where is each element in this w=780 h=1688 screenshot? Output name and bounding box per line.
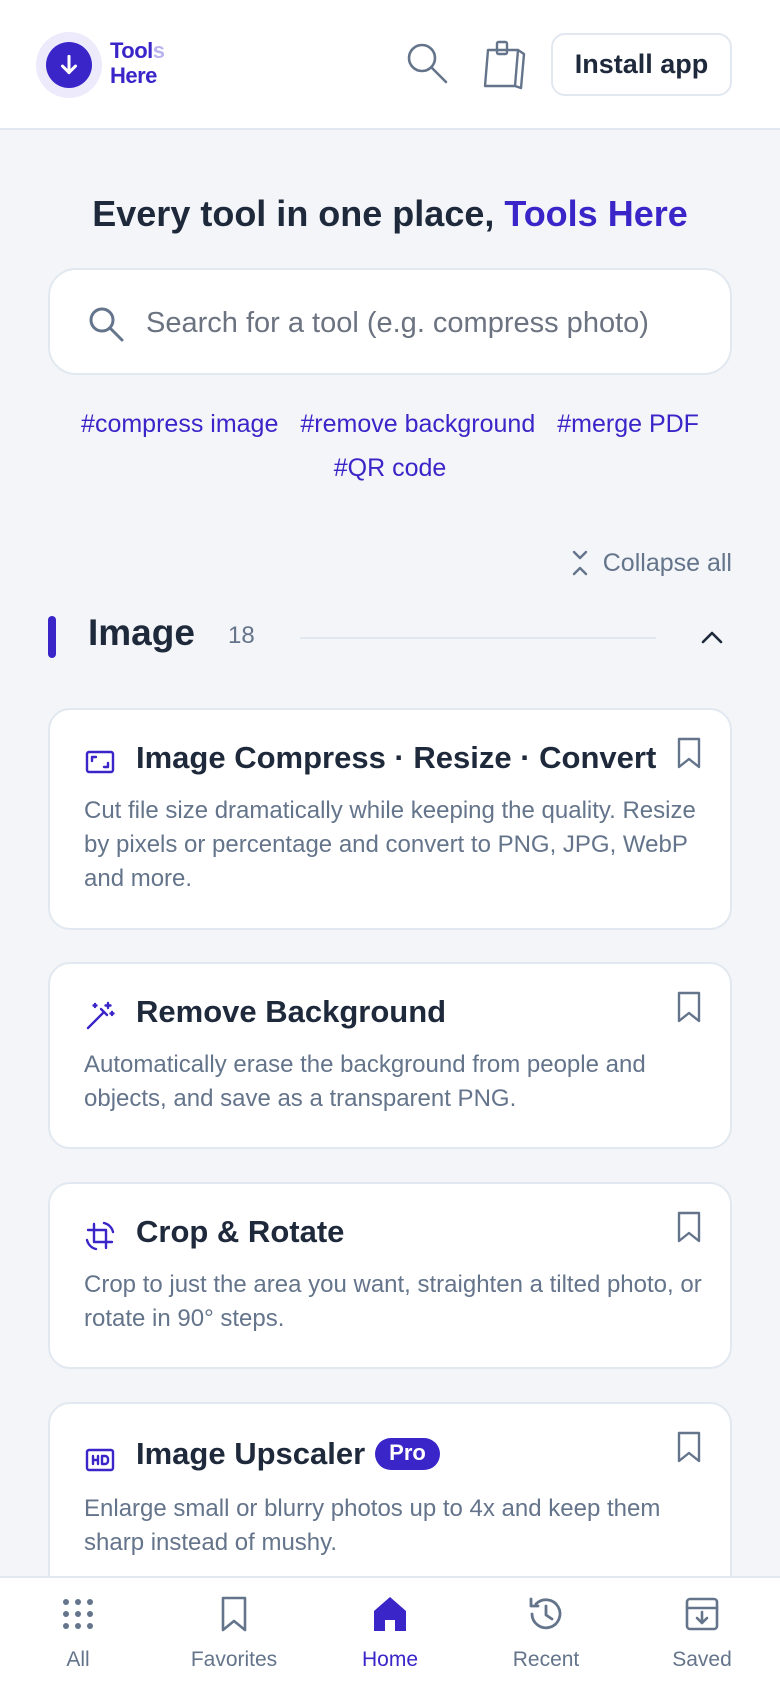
nav-item-saved[interactable]: Saved xyxy=(624,1578,780,1688)
section-accent-bar xyxy=(48,616,56,658)
tag-link[interactable]: #QR code xyxy=(334,448,447,488)
grid-dots-icon xyxy=(58,1594,98,1634)
crop-rotate-icon xyxy=(84,1220,116,1252)
bookmark-icon[interactable] xyxy=(674,990,704,1024)
tag-link[interactable]: #compress image xyxy=(81,404,278,444)
tool-card-title: Image Compress · Resize · Convert xyxy=(136,740,657,775)
tool-search-box[interactable] xyxy=(48,268,732,375)
collapse-all-button[interactable]: Collapse all xyxy=(560,545,732,581)
nav-label: Favorites xyxy=(190,1648,278,1671)
magic-wand-icon xyxy=(84,1000,116,1032)
nav-label: Home xyxy=(361,1648,419,1671)
section-header-image: Image 18 xyxy=(48,612,732,662)
archive-download-icon xyxy=(682,1594,722,1634)
search-input[interactable] xyxy=(146,298,706,348)
section-count: 18 xyxy=(228,622,255,649)
hd-icon xyxy=(84,1444,116,1476)
app-header: Tools Here Install app xyxy=(0,0,780,130)
tool-card-title: Crop & Rotate xyxy=(136,1214,345,1249)
nav-item-recent[interactable]: Recent xyxy=(468,1578,624,1688)
clipboard-icon[interactable] xyxy=(480,38,530,90)
logo-line1-faint: s xyxy=(152,38,165,63)
logo-line2: Here xyxy=(110,63,157,88)
nav-item-all[interactable]: All xyxy=(0,1578,156,1688)
tool-card-title-text: Image Upscaler xyxy=(136,1436,366,1471)
logo-line1: Tool xyxy=(110,38,153,63)
bookmark-icon[interactable] xyxy=(674,1210,704,1244)
popular-tags: #compress image #remove background #merge … xyxy=(48,404,732,492)
nav-label: All xyxy=(66,1648,90,1671)
tool-card-title: Image Upscaler Pro xyxy=(136,1436,440,1472)
image-frame-icon xyxy=(84,746,116,778)
chevron-up-icon[interactable] xyxy=(696,622,728,654)
collapse-all-label: Collapse all xyxy=(602,548,732,577)
logo-download-icon[interactable] xyxy=(46,42,92,88)
install-app-button[interactable]: Install app xyxy=(551,33,732,96)
tag-link[interactable]: #remove background xyxy=(300,404,535,444)
tool-card[interactable]: Crop & Rotate Crop to just the area you … xyxy=(48,1182,732,1369)
bookmark-icon[interactable] xyxy=(674,1430,704,1464)
bookmark-icon[interactable] xyxy=(674,736,704,770)
tool-card-title: Remove Background xyxy=(136,994,447,1029)
tool-card-description: Automatically erase the background from … xyxy=(84,1051,646,1112)
home-icon xyxy=(370,1594,410,1634)
section-divider xyxy=(300,637,656,639)
nav-label: Saved xyxy=(672,1648,732,1671)
logo-wordmark[interactable]: Tools Here xyxy=(110,38,165,88)
tool-card-description: Crop to just the area you want, straight… xyxy=(84,1271,702,1332)
nav-label: Recent xyxy=(512,1648,580,1671)
bottom-navigation: All Favorites Home Recent Saved xyxy=(0,1576,780,1688)
tool-card[interactable]: Remove Background Automatically erase th… xyxy=(48,962,732,1149)
pro-badge: Pro xyxy=(375,1438,440,1470)
tool-card-description: Enlarge small or blurry photos up to 4x … xyxy=(84,1495,661,1556)
section-title: Image xyxy=(88,612,195,653)
page-title-brand: Tools Here xyxy=(504,193,688,234)
history-icon xyxy=(526,1594,566,1634)
nav-item-favorites[interactable]: Favorites xyxy=(156,1578,312,1688)
collapse-arrows-icon xyxy=(572,550,587,576)
header-search-icon[interactable] xyxy=(404,40,450,86)
page-title: Every tool in one place, Tools Here xyxy=(0,193,780,235)
tool-card-description: Cut file size dramatically while keeping… xyxy=(84,797,696,892)
page-title-prefix: Every tool in one place, xyxy=(92,193,505,234)
tool-card[interactable]: Image Compress · Resize · Convert Cut fi… xyxy=(48,708,732,930)
search-icon xyxy=(86,304,126,344)
bookmark-icon xyxy=(214,1594,254,1634)
tag-link[interactable]: #merge PDF xyxy=(557,404,699,444)
nav-item-home[interactable]: Home xyxy=(312,1578,468,1688)
